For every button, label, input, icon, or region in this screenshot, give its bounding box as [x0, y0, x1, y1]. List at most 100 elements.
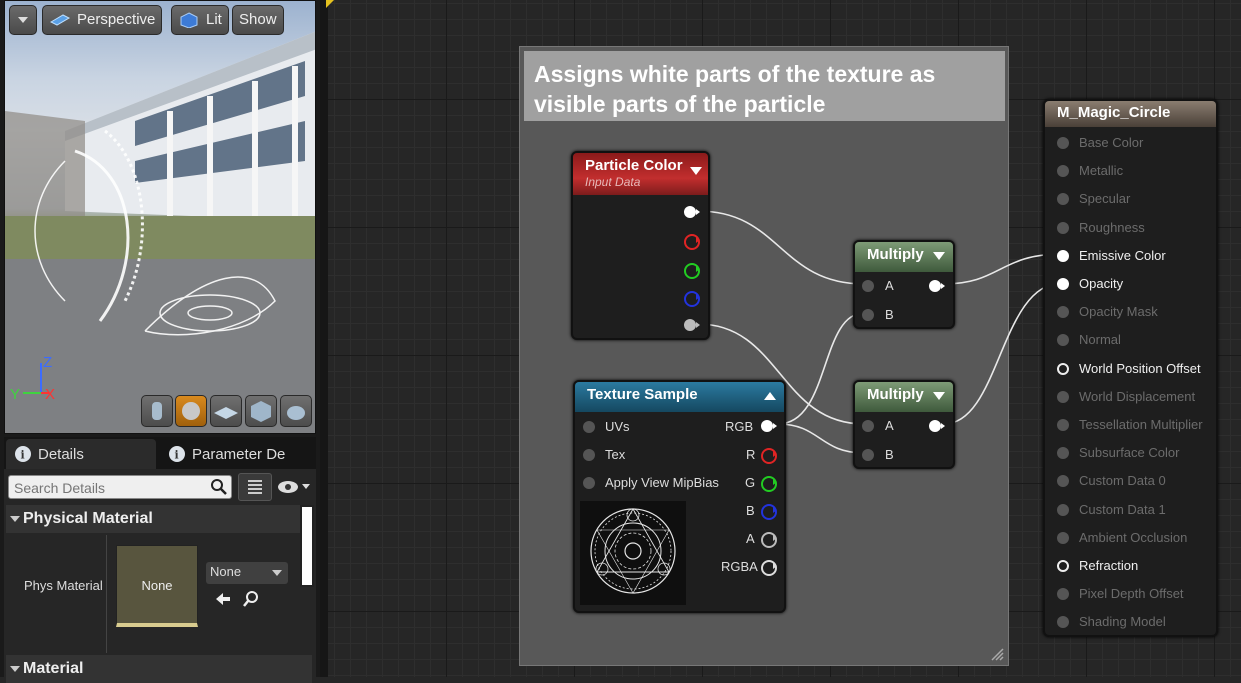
lit-label: Lit — [206, 11, 222, 28]
input-pin-a[interactable] — [862, 420, 874, 432]
output-pin-result[interactable] — [929, 280, 945, 292]
use-selected-arrow-icon[interactable] — [214, 591, 232, 607]
output-pin-r[interactable] — [761, 448, 777, 464]
collapse-arrow-up-icon[interactable] — [764, 392, 776, 400]
multiply-node-2-header[interactable]: Multiply — [855, 382, 953, 412]
tab-details[interactable]: i Details — [6, 439, 156, 469]
input-pin-tex[interactable] — [583, 449, 595, 461]
particle-color-header[interactable]: Particle Color Input Data — [573, 153, 708, 195]
material-input-pin[interactable] — [1057, 193, 1069, 206]
material-input-pin[interactable] — [1057, 390, 1069, 403]
sphere-icon — [182, 402, 200, 420]
phys-material-dropdown-value: None — [210, 564, 242, 579]
perspective-icon — [49, 14, 71, 26]
teapot-icon — [287, 406, 305, 420]
material-input-pin[interactable] — [1057, 221, 1069, 234]
collapse-arrow-icon[interactable] — [690, 167, 702, 175]
physical-material-section-header[interactable]: Physical Material — [6, 505, 312, 533]
output-pin-rgba[interactable] — [761, 560, 777, 576]
property-divider — [106, 535, 107, 653]
multiply-node-1[interactable]: Multiply A B — [853, 240, 955, 329]
output-pin-r[interactable] — [684, 234, 700, 250]
input-pin-uvs[interactable] — [583, 421, 595, 433]
material-input-pin[interactable] — [1057, 137, 1069, 149]
material-input-pin[interactable] — [1057, 475, 1069, 488]
lit-button[interactable]: Lit — [171, 5, 229, 35]
input-pin-a[interactable] — [862, 280, 874, 292]
output-pin-rgb[interactable] — [684, 206, 700, 218]
search-details-input[interactable] — [8, 475, 232, 499]
material-input-pin[interactable] — [1057, 278, 1069, 290]
panel-splitter[interactable] — [320, 0, 328, 677]
input-pin-b[interactable] — [862, 309, 874, 321]
material-input-pin[interactable] — [1057, 447, 1069, 460]
tab-details-label: Details — [38, 445, 84, 463]
material-input-pin[interactable] — [1057, 588, 1069, 601]
preview-viewport[interactable]: Z X Y Perspective Lit Show — [4, 0, 316, 434]
material-section-title: Material — [23, 660, 84, 677]
output-pin-g[interactable] — [684, 263, 700, 279]
plane-icon — [214, 407, 238, 419]
browse-search-icon[interactable] — [242, 590, 260, 608]
material-input-pin[interactable] — [1057, 306, 1069, 319]
axis-z-label: Z — [43, 354, 53, 371]
tab-parameter-defaults[interactable]: i Parameter De — [160, 439, 316, 469]
output-pin-rgb[interactable] — [761, 420, 777, 432]
show-button[interactable]: Show — [232, 5, 284, 35]
particle-color-node[interactable]: Particle Color Input Data — [571, 151, 710, 340]
material-section-header[interactable]: Material — [6, 655, 312, 683]
output-pin-result[interactable] — [929, 420, 945, 432]
visibility-options-button[interactable] — [276, 477, 312, 497]
resize-grip-icon[interactable] — [990, 647, 1004, 661]
material-input-label: Metallic — [1079, 163, 1124, 179]
search-icon[interactable] — [210, 478, 228, 496]
material-input-label: Tessellation Multiplier — [1079, 417, 1203, 432]
material-input-pin[interactable] — [1057, 362, 1069, 375]
perspective-button[interactable]: Perspective — [42, 5, 163, 35]
preview-cylinder-button[interactable] — [141, 395, 173, 427]
grid-icon — [248, 480, 262, 494]
output-pin-a[interactable] — [761, 532, 777, 548]
preview-plane-button[interactable] — [210, 395, 242, 427]
material-input-pin[interactable] — [1057, 616, 1069, 629]
material-input-label: Ambient Occlusion — [1079, 529, 1188, 545]
input-label-uvs: UVs — [605, 419, 630, 434]
input-pin-mipbias[interactable] — [583, 477, 595, 489]
material-input-pin[interactable] — [1057, 503, 1069, 516]
output-pin-b[interactable] — [684, 291, 700, 307]
multiply-node-2[interactable]: Multiply A B — [853, 380, 955, 469]
material-input-label: World Position Offset — [1079, 360, 1201, 376]
output-pin-g[interactable] — [761, 476, 777, 492]
phys-material-dropdown[interactable]: None — [206, 562, 288, 584]
texture-sample-node[interactable]: Texture Sample UVs Tex Apply View MipBia… — [573, 380, 786, 613]
view-options-button[interactable] — [238, 473, 272, 501]
svg-text:i: i — [21, 449, 25, 462]
material-input-pin[interactable] — [1057, 165, 1069, 178]
output-pin-b[interactable] — [761, 504, 777, 520]
material-input-label: Custom Data 1 — [1079, 501, 1166, 517]
material-result-header[interactable]: M_Magic_Circle — [1045, 101, 1216, 127]
material-result-node[interactable]: M_Magic_Circle Base Color Metallic Specula… — [1043, 99, 1218, 637]
material-input-pin[interactable] — [1057, 249, 1069, 262]
viewport-options-button[interactable] — [9, 5, 37, 35]
phys-material-thumbnail[interactable]: None — [116, 545, 198, 627]
preview-custom-mesh-button[interactable] — [280, 395, 312, 427]
preview-cube-button[interactable] — [245, 395, 277, 427]
material-input-label: Specular — [1079, 191, 1131, 207]
output-label-b: B — [746, 503, 755, 518]
texture-sample-header[interactable]: Texture Sample — [575, 382, 784, 412]
output-pin-a[interactable] — [684, 319, 700, 331]
material-input-pin[interactable] — [1057, 531, 1069, 544]
particle-color-title: Particle Color — [585, 157, 683, 174]
details-scrollbar[interactable] — [300, 505, 314, 587]
material-input-pin[interactable] — [1057, 560, 1069, 572]
collapse-arrow-icon[interactable] — [933, 252, 945, 260]
input-pin-b[interactable] — [862, 449, 874, 461]
comment-title[interactable]: Assigns white parts of the texture as vi… — [524, 51, 1005, 121]
material-input-pin[interactable] — [1057, 419, 1069, 431]
collapse-arrow-icon[interactable] — [933, 392, 945, 400]
multiply-node-1-header[interactable]: Multiply — [855, 242, 953, 272]
show-label: Show — [239, 11, 277, 28]
material-input-pin[interactable] — [1057, 334, 1069, 347]
preview-sphere-button[interactable] — [175, 395, 207, 427]
